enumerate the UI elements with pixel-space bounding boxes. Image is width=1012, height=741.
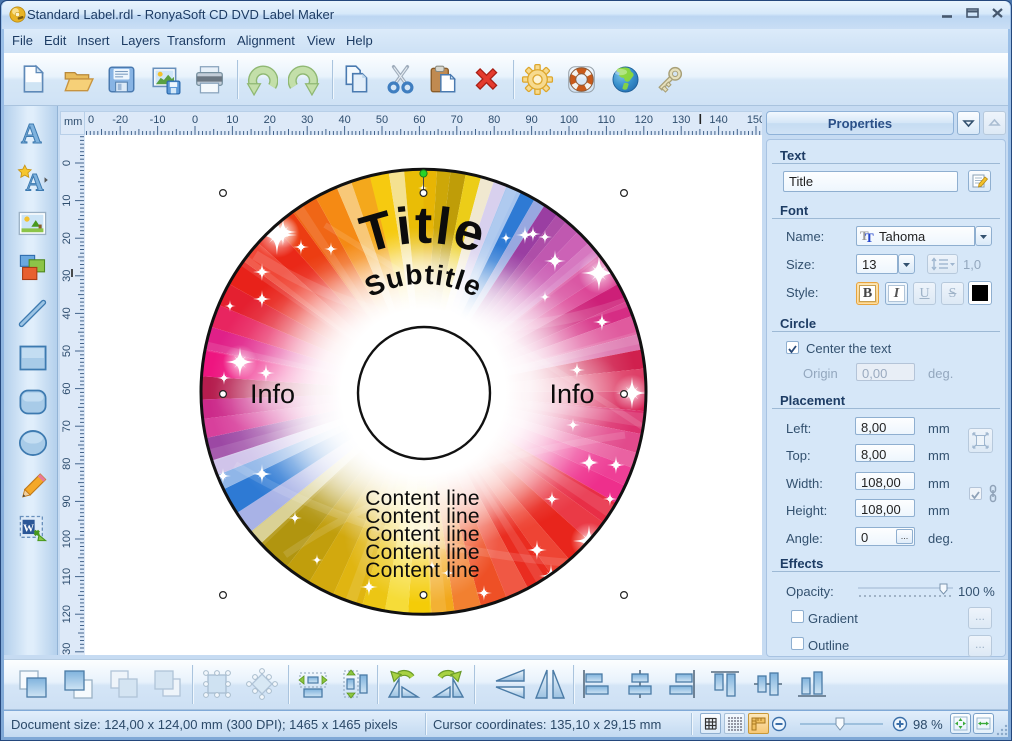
svg-text:Info: Info: [549, 379, 594, 409]
svg-text:20: 20: [61, 232, 73, 244]
svg-text:110: 110: [61, 568, 73, 586]
svg-text:90: 90: [61, 495, 73, 507]
svg-text:120: 120: [61, 605, 73, 623]
svg-text:40: 40: [338, 114, 350, 126]
svg-text:-10: -10: [150, 114, 166, 126]
svg-text:Info: Info: [250, 379, 295, 409]
svg-text:80: 80: [61, 458, 73, 470]
svg-text:0: 0: [192, 114, 198, 126]
svg-text:A: A: [21, 119, 42, 150]
svg-text:10: 10: [226, 114, 238, 126]
svg-text:50: 50: [61, 345, 73, 357]
svg-text:Title: Title: [354, 197, 493, 265]
svg-text:0: 0: [88, 114, 94, 126]
svg-text:-20: -20: [112, 114, 128, 126]
svg-text:W: W: [23, 522, 34, 534]
svg-text:130: 130: [672, 114, 690, 126]
svg-text:100: 100: [560, 114, 578, 126]
svg-text:70: 70: [61, 420, 73, 432]
svg-text:110: 110: [598, 114, 616, 126]
svg-text:0: 0: [61, 160, 73, 166]
svg-text:Content line: Content line: [365, 559, 479, 582]
svg-text:50: 50: [376, 114, 388, 126]
svg-text:T: T: [865, 230, 874, 244]
svg-text:20: 20: [264, 114, 276, 126]
svg-text:30: 30: [61, 270, 73, 282]
svg-text:100: 100: [61, 530, 73, 548]
svg-text:60: 60: [413, 114, 425, 126]
svg-text:70: 70: [451, 114, 463, 126]
svg-text:80: 80: [488, 114, 500, 126]
svg-text:120: 120: [635, 114, 653, 126]
svg-text:40: 40: [61, 307, 73, 319]
svg-text:150: 150: [747, 114, 762, 126]
svg-text:60: 60: [61, 382, 73, 394]
svg-text:130: 130: [61, 643, 73, 655]
svg-text:140: 140: [709, 114, 727, 126]
svg-text:30: 30: [301, 114, 313, 126]
svg-text:10: 10: [61, 194, 73, 206]
svg-text:90: 90: [525, 114, 537, 126]
